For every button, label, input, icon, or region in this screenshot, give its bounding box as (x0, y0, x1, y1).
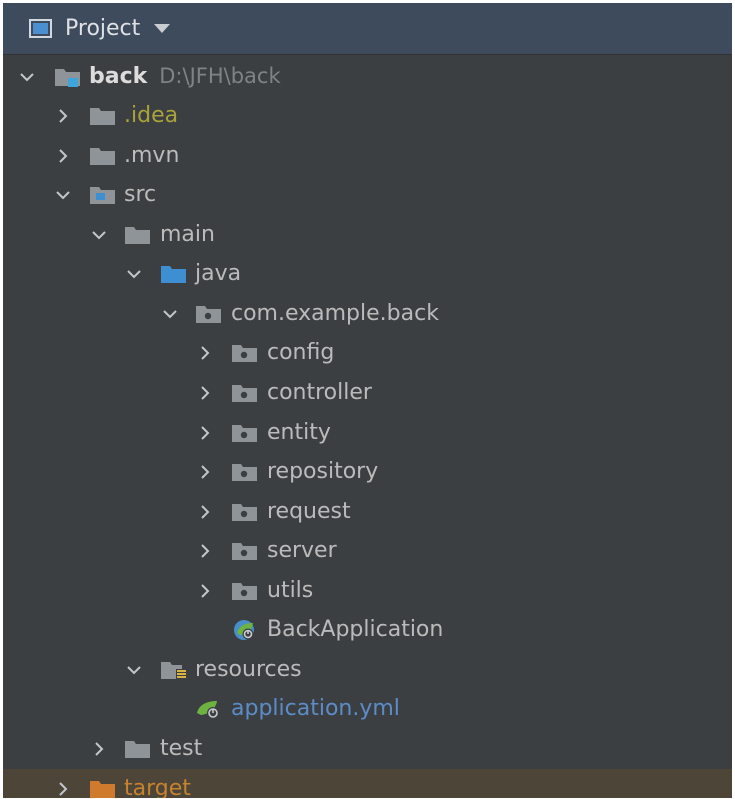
tree-item-back[interactable]: back D:\JFH\back (3, 57, 732, 96)
package-icon (231, 580, 258, 602)
tree-item-utils[interactable]: utils (3, 571, 732, 610)
tree-item-label: entity (267, 420, 331, 445)
tree-item-test[interactable]: test (3, 729, 732, 768)
tree-item-label: .idea (124, 103, 179, 128)
tree-item-main[interactable]: main (3, 215, 732, 254)
chevron-down-icon[interactable] (124, 264, 144, 284)
chevron-right-icon[interactable] (89, 739, 109, 759)
tree-item-target[interactable]: target (3, 769, 732, 798)
tree-item-label: target (124, 776, 191, 798)
tree-item-server[interactable]: server (3, 531, 732, 570)
module-path: D:\JFH\back (159, 64, 281, 88)
chevron-right-icon[interactable] (195, 541, 215, 561)
tree-item-idea[interactable]: .idea (3, 96, 732, 135)
tree-item-label: application.yml (231, 696, 400, 721)
tree-item-back-application[interactable]: BackApplication (3, 610, 732, 649)
tree-item-label: main (160, 222, 215, 247)
tree-item-src[interactable]: src (3, 175, 732, 214)
project-title[interactable]: Project (65, 16, 140, 41)
chevron-right-icon[interactable] (53, 779, 73, 799)
package-icon (231, 382, 258, 404)
tree-item-entity[interactable]: entity (3, 413, 732, 452)
chevron-down-icon[interactable] (89, 225, 109, 245)
tree-item-label: config (267, 340, 335, 365)
tree-item-mvn[interactable]: .mvn (3, 136, 732, 175)
source-root-folder-icon (89, 184, 116, 206)
chevron-right-icon[interactable] (195, 383, 215, 403)
package-icon (195, 303, 222, 325)
tree-item-label: .mvn (124, 143, 180, 168)
package-icon (231, 422, 258, 444)
chevron-right-icon[interactable] (195, 462, 215, 482)
folder-icon (124, 224, 151, 246)
tree-item-label: server (267, 538, 337, 563)
chevron-down-icon[interactable] (160, 304, 180, 324)
folder-icon (89, 145, 116, 167)
tree-item-repository[interactable]: repository (3, 452, 732, 491)
tree-item-label: utils (267, 578, 314, 603)
tree-item-com-example-back[interactable]: com.example.back (3, 294, 732, 333)
tree-item-config[interactable]: config (3, 333, 732, 372)
resources-folder-icon (160, 659, 187, 681)
project-tool-window: Project back D:\JFH\back .idea .mvn src … (3, 3, 732, 798)
tree-item-resources[interactable]: resources (3, 650, 732, 689)
tree-item-label: com.example.back (231, 301, 439, 326)
package-icon (231, 501, 258, 523)
tree-item-application-yml[interactable]: application.yml (3, 689, 732, 728)
chevron-right-icon[interactable] (195, 502, 215, 522)
tree-item-java[interactable]: java (3, 254, 732, 293)
chevron-down-icon[interactable] (124, 660, 144, 680)
tree-item-label: BackApplication (267, 617, 444, 642)
tree-item-label: resources (195, 657, 302, 682)
tree-item-label: request (267, 499, 351, 524)
project-window-icon (29, 19, 52, 38)
package-icon (231, 342, 258, 364)
package-icon (231, 461, 258, 483)
chevron-down-icon[interactable] (53, 185, 73, 205)
tree-item-label: src (124, 182, 157, 207)
tree-item-label: controller (267, 380, 372, 405)
tree-item-controller[interactable]: controller (3, 373, 732, 412)
chevron-right-icon[interactable] (195, 423, 215, 443)
chevron-right-icon[interactable] (53, 146, 73, 166)
excluded-folder-icon (89, 778, 116, 799)
tree-item-label: test (160, 736, 203, 761)
tree-item-label: back (89, 64, 148, 89)
chevron-right-icon[interactable] (195, 343, 215, 363)
tree-item-label: repository (267, 459, 379, 484)
tree-item-label: java (195, 261, 242, 286)
project-header[interactable]: Project (3, 3, 732, 55)
chevron-down-icon[interactable] (17, 67, 37, 87)
chevron-right-icon[interactable] (195, 581, 215, 601)
package-icon (231, 540, 258, 562)
folder-icon (89, 105, 116, 127)
folder-icon (124, 738, 151, 760)
spring-config-file-icon (195, 698, 222, 720)
dropdown-caret-icon[interactable] (154, 24, 171, 33)
spring-boot-class-icon (231, 619, 258, 641)
chevron-right-icon[interactable] (53, 106, 73, 126)
module-folder-icon (54, 66, 81, 88)
java-source-folder-icon (160, 263, 187, 285)
tree-item-request[interactable]: request (3, 492, 732, 531)
